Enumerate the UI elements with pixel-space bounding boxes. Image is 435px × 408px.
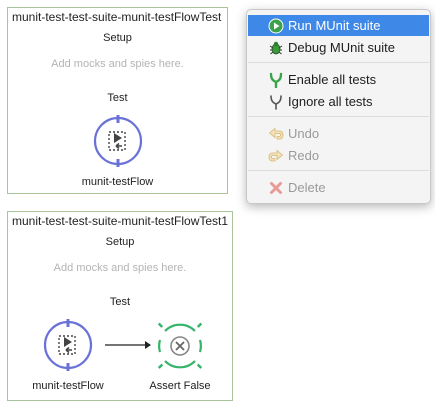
test-card-1[interactable]: munit-test-test-suite-munit-testFlowTest… (7, 7, 228, 194)
menu-item-label: Redo (288, 148, 320, 163)
flow-ref-icon (93, 115, 143, 167)
flow-ref-node[interactable] (92, 115, 144, 172)
assert-false-node[interactable] (154, 320, 206, 377)
run-icon (267, 18, 285, 34)
menu-item-label: Undo (288, 126, 320, 141)
menu-item-label: Debug MUnit suite (288, 40, 395, 55)
setup-hint: Add mocks and spies here. (51, 58, 184, 70)
menu-item-ignore-all-tests[interactable]: Ignore all tests (248, 91, 429, 112)
flow-ref-icon (43, 319, 93, 371)
menu-item-enable-all-tests[interactable]: Enable all tests (248, 69, 429, 90)
setup-hint: Add mocks and spies here. (53, 262, 187, 274)
test-label: Test (107, 92, 128, 104)
undo-icon (267, 126, 285, 142)
menu-item-redo[interactable]: Redo (248, 145, 429, 166)
menu-separator (248, 62, 429, 63)
setup-label: Setup (103, 32, 132, 44)
enable-tests-icon (267, 72, 285, 88)
test-label: Test (109, 296, 131, 308)
test-card-2[interactable]: munit-test-test-suite-munit-testFlowTest… (7, 211, 233, 401)
debug-bug-icon (267, 40, 285, 56)
flow-ref-label: munit-testFlow (32, 380, 104, 392)
setup-label: Setup (105, 236, 135, 248)
context-menu: Run MUnit suite Debug MUnit suite Enable… (246, 9, 431, 204)
flow-ref-node[interactable] (42, 319, 94, 376)
assert-icon (157, 322, 203, 369)
test-card-title: munit-test-test-suite-munit-testFlowTest… (12, 214, 229, 228)
ignore-tests-icon (267, 94, 285, 110)
test-card-title: munit-test-test-suite-munit-testFlowTest (12, 10, 222, 24)
redo-icon (267, 148, 285, 164)
connector-arrow (105, 341, 151, 349)
menu-item-run-munit-suite[interactable]: Run MUnit suite (248, 15, 429, 36)
menu-item-label: Delete (288, 180, 326, 195)
assert-false-label: Assert False (149, 380, 211, 392)
delete-icon (267, 180, 285, 196)
menu-separator (248, 116, 429, 117)
menu-item-debug-munit-suite[interactable]: Debug MUnit suite (248, 37, 429, 58)
menu-item-delete[interactable]: Delete (248, 177, 429, 198)
menu-item-label: Run MUnit suite (288, 18, 381, 33)
flow-ref-label: munit-testFlow (81, 176, 154, 188)
menu-separator (248, 170, 429, 171)
menu-item-undo[interactable]: Undo (248, 123, 429, 144)
menu-item-label: Enable all tests (288, 72, 377, 87)
menu-item-label: Ignore all tests (288, 94, 373, 109)
